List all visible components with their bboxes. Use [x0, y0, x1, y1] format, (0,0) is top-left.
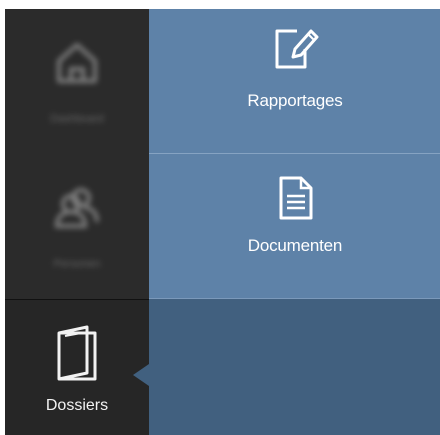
people-icon	[54, 188, 99, 228]
edit-document-icon	[275, 29, 319, 69]
home-icon	[57, 43, 97, 83]
app-frame: Dashboard Personen Dossiers Rapportages …	[5, 9, 440, 435]
sidebar-item-label: Personen	[53, 258, 101, 270]
sidebar-item-label: Dashboard	[50, 113, 104, 125]
sidebar-item-personen[interactable]: Personen	[5, 154, 149, 299]
folder-book-icon	[57, 325, 97, 381]
sidebar: Dashboard Personen Dossiers	[5, 9, 149, 435]
active-indicator	[133, 364, 149, 386]
submenu-panel: Rapportages Documenten	[149, 9, 440, 435]
tile-divider	[149, 298, 440, 299]
tile-label: Rapportages	[247, 91, 343, 110]
tile-documenten[interactable]: Documenten	[149, 154, 440, 298]
sidebar-item-label: Dossiers	[45, 397, 109, 414]
document-icon	[279, 176, 313, 220]
sidebar-item-dashboard[interactable]: Dashboard	[5, 9, 149, 154]
tile-rapportages[interactable]: Rapportages	[149, 9, 440, 153]
tile-label: Documenten	[247, 236, 343, 255]
sidebar-item-dossiers[interactable]: Dossiers	[5, 300, 149, 435]
